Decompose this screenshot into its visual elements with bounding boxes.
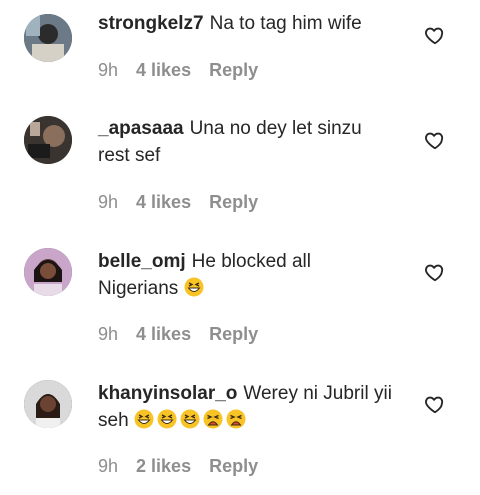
avatar[interactable] bbox=[24, 14, 72, 62]
grinning-squinting-face-icon bbox=[157, 409, 177, 429]
like-heart-icon[interactable] bbox=[424, 24, 446, 46]
comment-username[interactable]: belle_omj bbox=[98, 251, 186, 272]
comment-body: Na to tag him wife bbox=[209, 13, 362, 34]
comment-meta: 9h 4 likes Reply bbox=[98, 324, 258, 345]
grinning-squinting-face-icon bbox=[134, 409, 154, 429]
reply-button[interactable]: Reply bbox=[209, 324, 258, 345]
comment-time: 9h bbox=[98, 192, 119, 212]
reply-button[interactable]: Reply bbox=[209, 456, 258, 477]
comment-likes[interactable]: 4 likes bbox=[136, 60, 191, 81]
emoji-row bbox=[134, 409, 249, 437]
avatar[interactable] bbox=[24, 248, 72, 296]
comment-time: 9h bbox=[98, 60, 119, 80]
comment-username[interactable]: strongkelz7 bbox=[98, 13, 204, 34]
avatar[interactable] bbox=[24, 380, 72, 428]
avatar[interactable] bbox=[24, 116, 72, 164]
comment-text: khanyinsolar_o Werey ni Jubril yii seh bbox=[98, 380, 413, 437]
emoji-row bbox=[184, 277, 207, 305]
tired-face-icon bbox=[226, 409, 246, 429]
comment-text: belle_omj He blocked all Nigerians bbox=[98, 248, 358, 305]
comment-likes[interactable]: 2 likes bbox=[136, 456, 191, 477]
comment-text: _apasaaa Una no dey let sinzu rest sef bbox=[98, 115, 398, 169]
comment-time: 9h bbox=[98, 456, 119, 476]
grinning-squinting-face-icon bbox=[180, 409, 200, 429]
reply-button[interactable]: Reply bbox=[209, 192, 258, 213]
comment-time: 9h bbox=[98, 324, 119, 344]
comment-meta: 9h 4 likes Reply bbox=[98, 60, 258, 81]
comment-likes[interactable]: 4 likes bbox=[136, 192, 191, 213]
comment-likes[interactable]: 4 likes bbox=[136, 324, 191, 345]
comment-text: strongkelz7 Na to tag him wife bbox=[98, 10, 408, 37]
comment-username[interactable]: _apasaaa bbox=[98, 118, 184, 139]
like-heart-icon[interactable] bbox=[424, 393, 446, 415]
like-heart-icon[interactable] bbox=[424, 129, 446, 151]
like-heart-icon[interactable] bbox=[424, 261, 446, 283]
grinning-squinting-face-icon bbox=[184, 277, 204, 297]
tired-face-icon bbox=[203, 409, 223, 429]
comment-meta: 9h 4 likes Reply bbox=[98, 192, 258, 213]
comment-meta: 9h 2 likes Reply bbox=[98, 456, 258, 477]
comment-username[interactable]: khanyinsolar_o bbox=[98, 383, 237, 404]
reply-button[interactable]: Reply bbox=[209, 60, 258, 81]
